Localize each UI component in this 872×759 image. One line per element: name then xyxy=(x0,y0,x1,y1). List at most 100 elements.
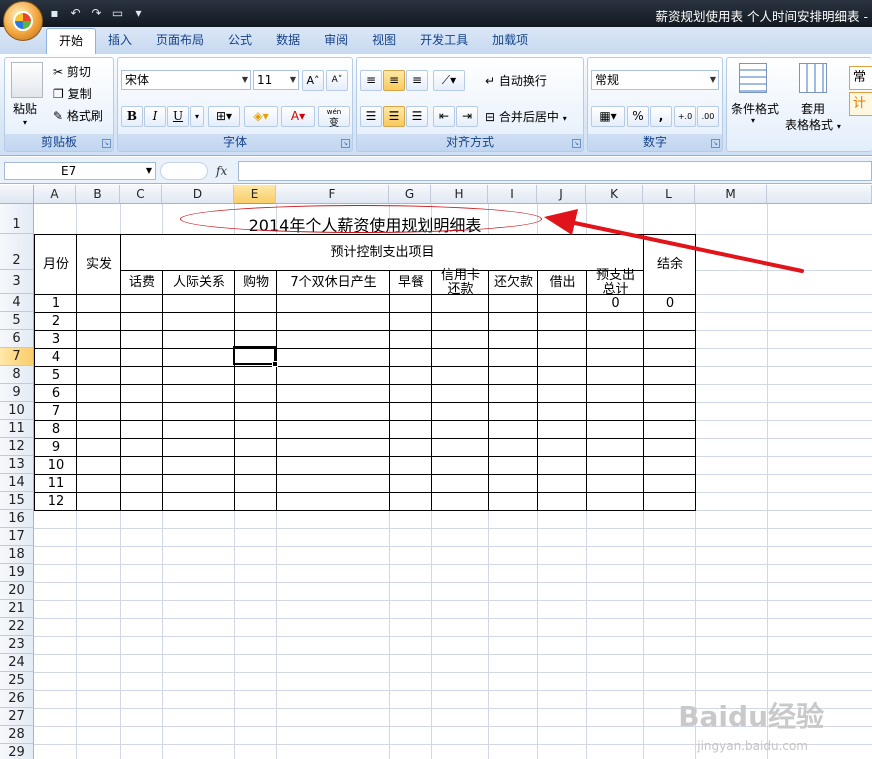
table-cell-j5[interactable] xyxy=(537,312,587,331)
table-cell-j12[interactable] xyxy=(537,438,587,457)
table-cell-l15[interactable] xyxy=(643,492,696,511)
conditional-format-button[interactable]: 条件格式 xyxy=(731,100,779,117)
table-cell-c5[interactable] xyxy=(120,312,163,331)
table-cell-a13[interactable]: 10 xyxy=(34,456,77,475)
cell-style-normal[interactable]: 常 xyxy=(849,66,872,90)
column-header-j[interactable]: J xyxy=(537,185,586,204)
table-cell-k10[interactable] xyxy=(586,402,644,421)
column-header-h[interactable]: H xyxy=(431,185,488,204)
table-cell-l11[interactable] xyxy=(643,420,696,439)
table-cell-f10[interactable] xyxy=(276,402,390,421)
table-cell-k14[interactable] xyxy=(586,474,644,493)
row-header-10[interactable]: 10 xyxy=(0,402,34,420)
table-cell-h5[interactable] xyxy=(431,312,489,331)
table-cell-h15[interactable] xyxy=(431,492,489,511)
table-cell-j9[interactable] xyxy=(537,384,587,403)
row-header-11[interactable]: 11 xyxy=(0,420,34,438)
table-cell-g4[interactable] xyxy=(389,294,432,313)
table-cell-j11[interactable] xyxy=(537,420,587,439)
table-cell-i4[interactable] xyxy=(488,294,538,313)
office-button[interactable] xyxy=(3,1,43,41)
table-cell-a12[interactable]: 9 xyxy=(34,438,77,457)
table-cell-d15[interactable] xyxy=(162,492,235,511)
table-cell-f8[interactable] xyxy=(276,366,390,385)
table-cell-e15[interactable] xyxy=(234,492,277,511)
table-cell-h4[interactable] xyxy=(431,294,489,313)
table-cell-k9[interactable] xyxy=(586,384,644,403)
table-cell-a4[interactable]: 1 xyxy=(34,294,77,313)
table-cell-g15[interactable] xyxy=(389,492,432,511)
column-header-i[interactable]: I xyxy=(488,185,537,204)
table-format-button-line1[interactable]: 套用 xyxy=(801,100,825,117)
table-cell-k8[interactable] xyxy=(586,366,644,385)
header-expense-5[interactable]: 早餐 xyxy=(389,270,432,295)
table-cell-g11[interactable] xyxy=(389,420,432,439)
table-cell-a5[interactable]: 2 xyxy=(34,312,77,331)
table-cell-c10[interactable] xyxy=(120,402,163,421)
table-cell-c4[interactable] xyxy=(120,294,163,313)
align-center-button[interactable]: ☰ xyxy=(383,106,405,127)
decrease-decimal-button[interactable]: .00 xyxy=(697,106,719,127)
number-launcher-icon[interactable]: ↘ xyxy=(711,139,720,148)
column-header-l[interactable]: L xyxy=(643,185,695,204)
table-cell-f13[interactable] xyxy=(276,456,390,475)
table-cell-g14[interactable] xyxy=(389,474,432,493)
table-cell-d13[interactable] xyxy=(162,456,235,475)
table-cell-h14[interactable] xyxy=(431,474,489,493)
column-header-f[interactable]: F xyxy=(276,185,389,204)
bold-button[interactable]: B xyxy=(121,106,143,127)
tab-review[interactable]: 审阅 xyxy=(312,28,360,54)
table-cell-f15[interactable] xyxy=(276,492,390,511)
table-cell-l7[interactable] xyxy=(643,348,696,367)
table-cell-h7[interactable] xyxy=(431,348,489,367)
table-cell-f7[interactable] xyxy=(276,348,390,367)
table-cell-e8[interactable] xyxy=(234,366,277,385)
insert-function-button[interactable]: fx xyxy=(216,162,236,180)
table-cell-k4[interactable]: 0 xyxy=(586,294,644,313)
row-header-25[interactable]: 25 xyxy=(0,672,34,690)
header-expense-6[interactable]: 信用卡 还款 xyxy=(431,269,489,297)
table-cell-l12[interactable] xyxy=(643,438,696,457)
table-cell-b7[interactable] xyxy=(76,348,121,367)
table-cell-k6[interactable] xyxy=(586,330,644,349)
table-cell-b11[interactable] xyxy=(76,420,121,439)
row-header-5[interactable]: 5 xyxy=(0,312,34,330)
table-cell-c6[interactable] xyxy=(120,330,163,349)
row-header-23[interactable]: 23 xyxy=(0,636,34,654)
table-cell-l5[interactable] xyxy=(643,312,696,331)
table-cell-e11[interactable] xyxy=(234,420,277,439)
row-header-17[interactable]: 17 xyxy=(0,528,34,546)
table-cell-d5[interactable] xyxy=(162,312,235,331)
row-header-2[interactable]: 2 xyxy=(0,234,34,270)
row-header-13[interactable]: 13 xyxy=(0,456,34,474)
grow-font-button[interactable]: A˄ xyxy=(302,70,324,91)
column-header-e[interactable]: E xyxy=(234,185,276,204)
table-cell-g13[interactable] xyxy=(389,456,432,475)
row-header-27[interactable]: 27 xyxy=(0,708,34,726)
column-header-c[interactable]: C xyxy=(120,185,162,204)
table-cell-i12[interactable] xyxy=(488,438,538,457)
table-cell-e10[interactable] xyxy=(234,402,277,421)
table-cell-f9[interactable] xyxy=(276,384,390,403)
table-cell-e4[interactable] xyxy=(234,294,277,313)
table-cell-d11[interactable] xyxy=(162,420,235,439)
table-cell-l14[interactable] xyxy=(643,474,696,493)
borders-button[interactable]: ⊞▾ xyxy=(208,106,240,127)
table-cell-j10[interactable] xyxy=(537,402,587,421)
increase-decimal-button[interactable]: +.0 xyxy=(674,106,696,127)
active-cell-e7[interactable] xyxy=(233,346,278,367)
percent-button[interactable]: % xyxy=(627,106,649,127)
table-cell-d6[interactable] xyxy=(162,330,235,349)
table-cell-g7[interactable] xyxy=(389,348,432,367)
redo-icon[interactable]: ↷ xyxy=(88,5,105,22)
table-cell-c11[interactable] xyxy=(120,420,163,439)
row-header-12[interactable]: 12 xyxy=(0,438,34,456)
table-cell-a9[interactable]: 6 xyxy=(34,384,77,403)
save-icon[interactable]: ▪ xyxy=(46,5,63,22)
row-header-16[interactable]: 16 xyxy=(0,510,34,528)
row-header-24[interactable]: 24 xyxy=(0,654,34,672)
customize-qat-icon[interactable]: ▾ xyxy=(130,5,147,22)
table-cell-b10[interactable] xyxy=(76,402,121,421)
header-expense-4[interactable]: 7个双休日产生 xyxy=(276,270,390,295)
alignment-launcher-icon[interactable]: ↘ xyxy=(572,139,581,148)
